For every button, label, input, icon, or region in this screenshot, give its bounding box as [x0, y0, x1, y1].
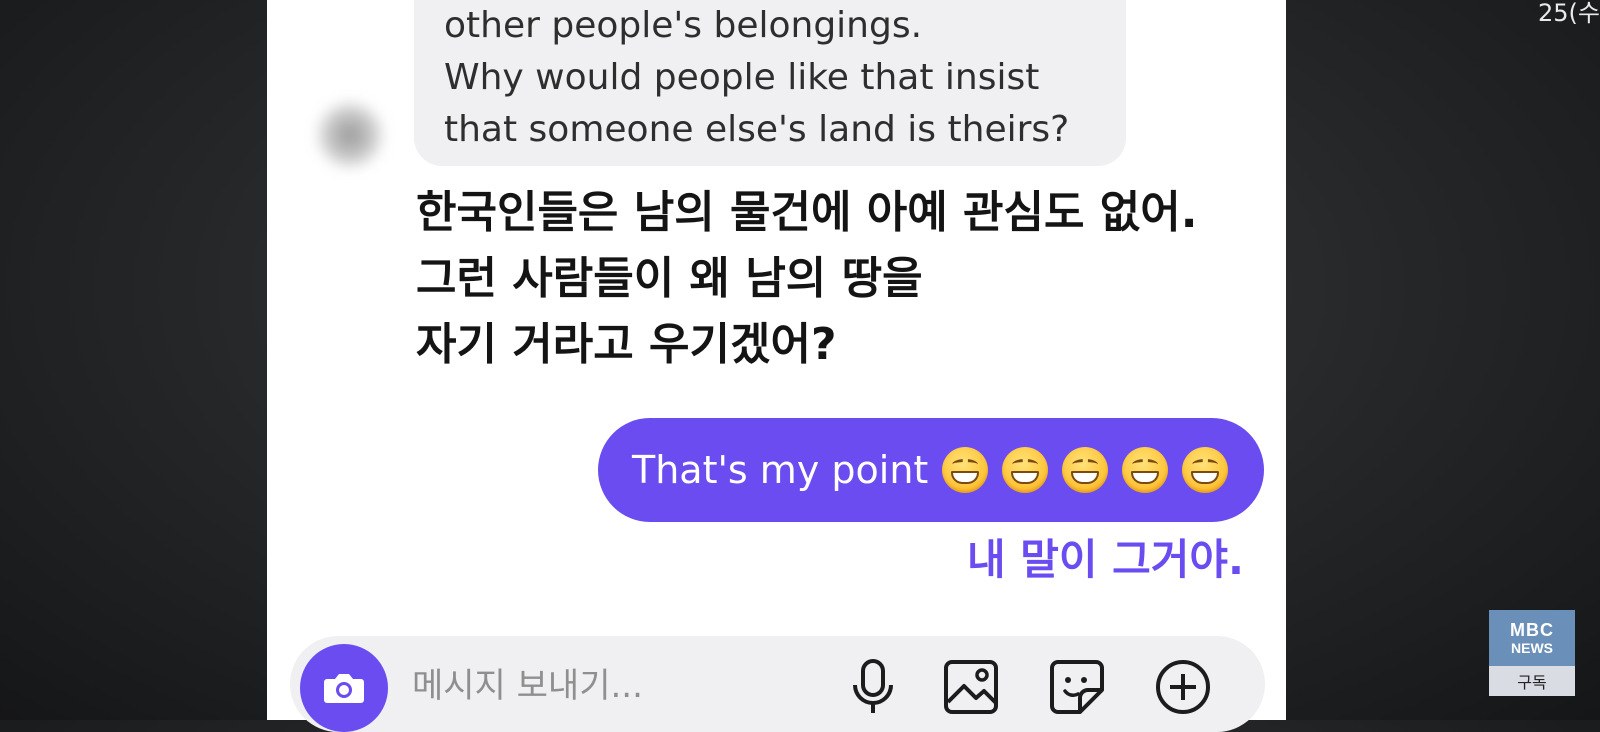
outgoing-message-bubble: That's my point	[598, 418, 1264, 522]
grinning-emoji-icon	[1182, 447, 1229, 493]
grinning-emoji-icon	[1062, 447, 1109, 493]
incoming-message-bubble: other people's belongings. Why would peo…	[414, 0, 1126, 166]
incoming-message-line: Why would people like that insist	[444, 57, 1040, 98]
mbc-news-badge[interactable]: MBC NEWS 구독	[1489, 610, 1575, 696]
more-button[interactable]	[1152, 656, 1214, 718]
message-input[interactable]: 메시지 보내기...	[412, 662, 643, 710]
gallery-button[interactable]	[940, 656, 1002, 718]
translation-line: 그런 사람들이 왜 남의 땅을	[416, 253, 923, 304]
grinning-emoji-icon	[1122, 447, 1169, 493]
incoming-message-line: that someone else's land is theirs?	[444, 109, 1070, 150]
grinning-emoji-icon	[942, 447, 989, 493]
translation-line: 한국인들은 남의 물건에 아예 관심도 없어.	[416, 187, 1198, 238]
incoming-translation: 한국인들은 남의 물건에 아예 관심도 없어. 그런 사람들이 왜 남의 땅을 …	[416, 180, 1256, 378]
voice-button[interactable]	[842, 656, 904, 718]
translation-line: 자기 거라고 우기겠어?	[416, 319, 837, 370]
outgoing-translation: 내 말이 그거야.	[966, 535, 1244, 584]
microphone-icon	[853, 659, 893, 713]
news-label: NEWS	[1511, 640, 1553, 656]
plus-circle-icon	[1156, 660, 1210, 714]
sticker-icon	[1050, 660, 1104, 714]
outgoing-message-text: That's my point	[632, 448, 929, 492]
camera-button[interactable]	[300, 644, 388, 732]
timer-overlay: 25(수	[1538, 0, 1600, 27]
grinning-emoji-icon	[1002, 447, 1049, 493]
incoming-message-line: other people's belongings.	[444, 5, 923, 46]
sender-avatar	[315, 100, 385, 170]
camera-icon	[324, 674, 364, 703]
image-icon	[944, 660, 998, 714]
subscribe-button[interactable]: 구독	[1489, 666, 1575, 696]
sticker-button[interactable]	[1046, 656, 1108, 718]
mbc-logo: MBC	[1510, 620, 1554, 640]
